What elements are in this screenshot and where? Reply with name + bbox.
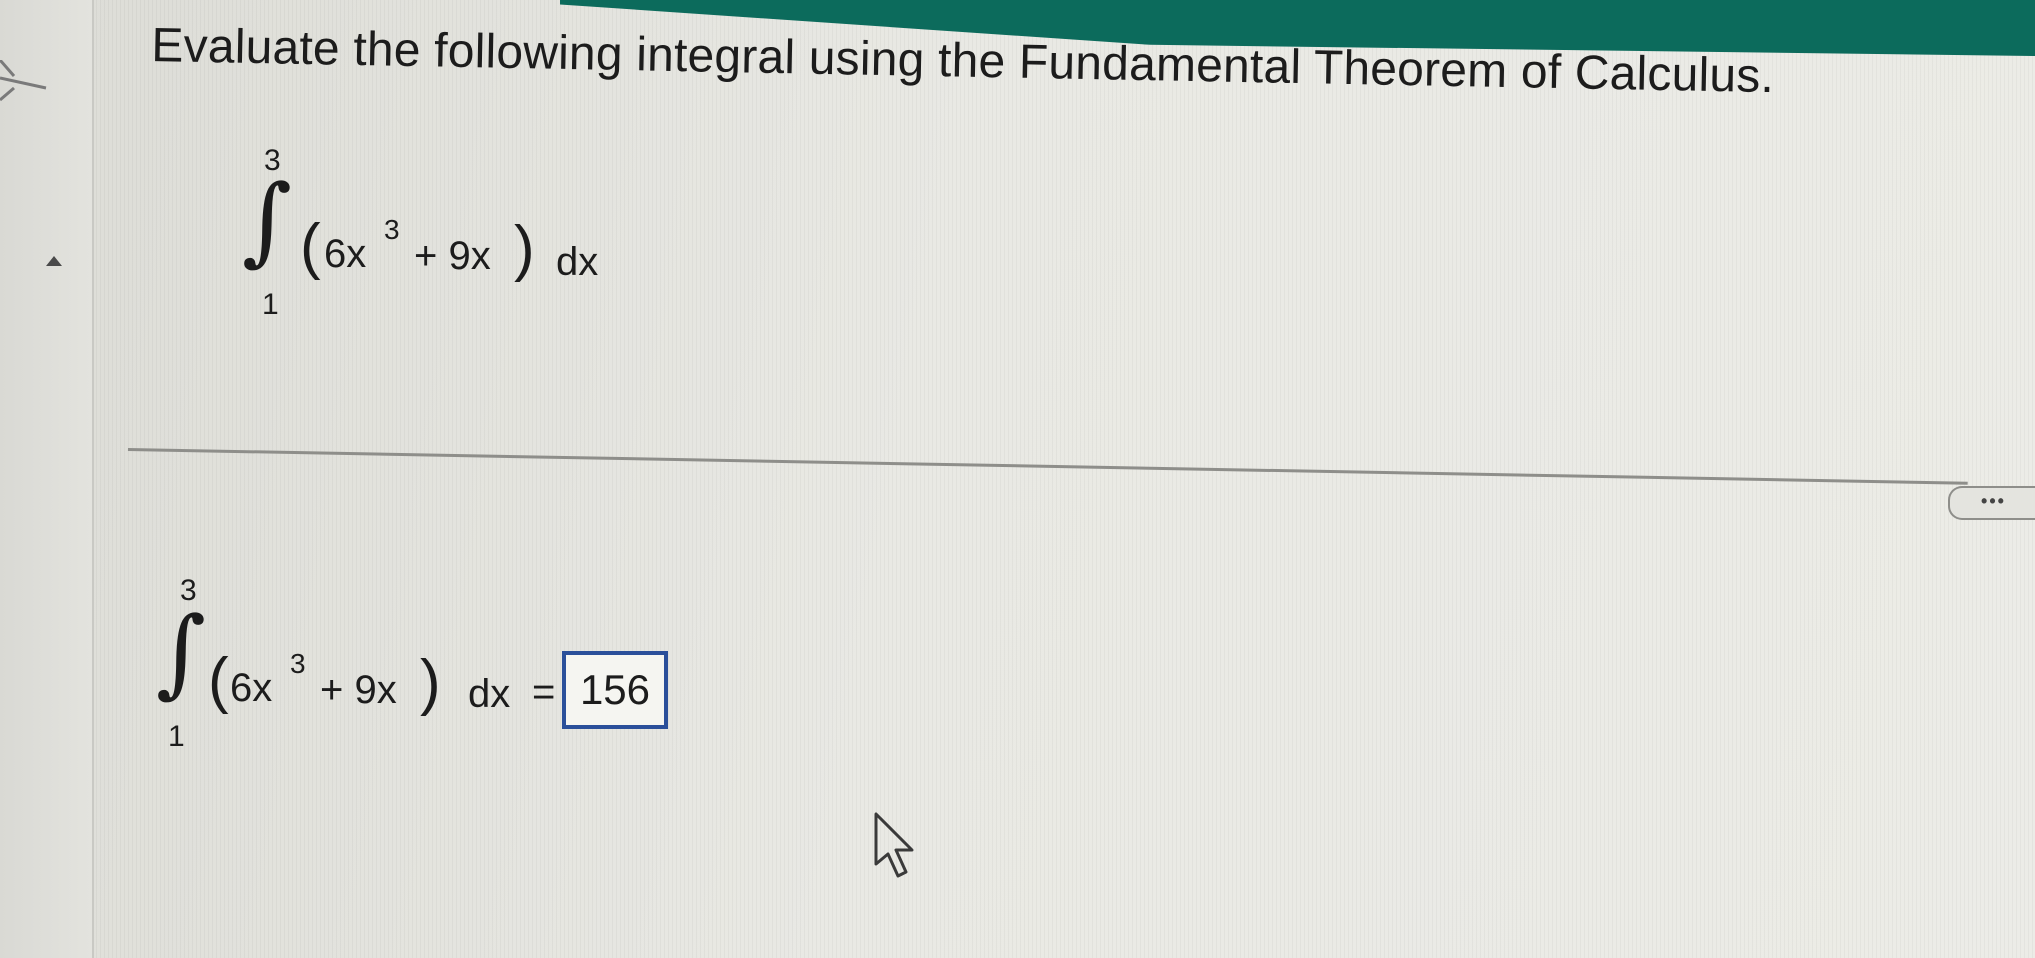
- answer-integral-sign: ∫: [156, 596, 207, 708]
- equals-sign: =: [532, 670, 556, 714]
- lower-limit: 1: [262, 288, 279, 321]
- problem-integral: 3 ∫ 1 ( 6x 3 + 9x ) dx: [238, 140, 638, 340]
- exponent: 3: [384, 214, 400, 245]
- mouse-pointer-icon: [872, 812, 920, 882]
- left-rail: [0, 0, 94, 958]
- answer-exponent: 3: [290, 648, 306, 679]
- answer-open-paren: (: [208, 646, 229, 715]
- differential: dx: [556, 240, 599, 284]
- answer-integral: 3 ∫ 1 ( 6x 3 + 9x ) dx =: [150, 572, 570, 772]
- term-coefficient: 6x: [324, 232, 367, 276]
- integral-sign: ∫: [242, 164, 293, 276]
- answer-input[interactable]: 156: [562, 651, 668, 729]
- answer-close-paren: ): [420, 648, 441, 717]
- open-paren: (: [300, 212, 321, 281]
- close-paren: ): [514, 214, 535, 283]
- triangle-up-icon[interactable]: [44, 252, 64, 272]
- back-arrow-icon[interactable]: [0, 59, 50, 110]
- answer-lower-limit: 1: [168, 720, 185, 753]
- answer-differential: dx: [468, 672, 511, 716]
- more-options-button[interactable]: •••: [1948, 486, 2035, 520]
- answer-plus-term: + 9x: [320, 668, 397, 712]
- answer-term-coefficient: 6x: [230, 666, 273, 710]
- plus-term: + 9x: [414, 234, 491, 278]
